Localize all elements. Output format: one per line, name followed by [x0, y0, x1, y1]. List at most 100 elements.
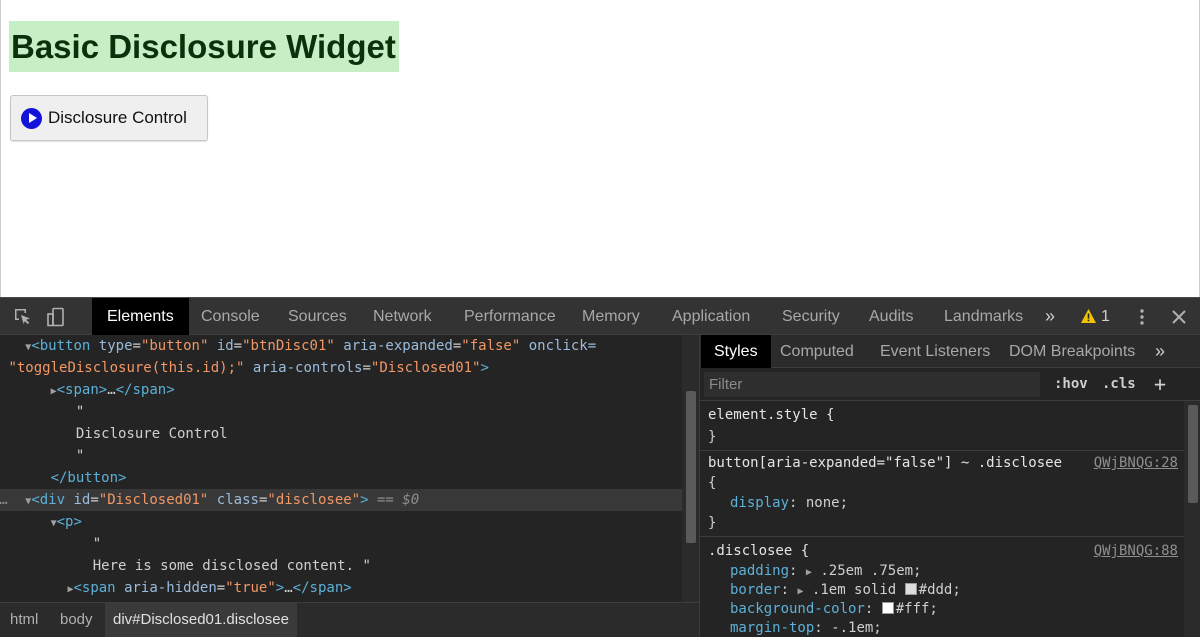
styles-scrollbar-thumb[interactable] — [1188, 405, 1198, 503]
rule-source-link[interactable]: QWjBNQG:88 — [1094, 540, 1178, 562]
attr-value: "true" — [225, 580, 276, 596]
tab-elements[interactable]: Elements — [92, 298, 189, 335]
tab-styles[interactable]: Styles — [701, 335, 771, 368]
dom-line-span-hidden[interactable]: ▶<span aria-hidden="true">…</span> — [0, 577, 682, 599]
tab-console[interactable]: Console — [201, 298, 260, 335]
tag-name: <p> — [56, 514, 82, 530]
more-styles-tabs-button[interactable]: » — [1155, 335, 1165, 368]
tab-event-listeners[interactable]: Event Listeners — [880, 335, 990, 368]
rule-selector[interactable]: element.style { — [708, 404, 834, 426]
ellipsis: … — [284, 580, 293, 596]
elements-scrollbar-thumb[interactable] — [686, 391, 696, 543]
css-value: none; — [805, 495, 849, 511]
tab-application[interactable]: Application — [672, 298, 750, 335]
dom-line-p[interactable]: ▼<p> — [0, 511, 682, 533]
text-node: " — [75, 404, 85, 420]
attr-name: class — [216, 492, 259, 508]
tab-sources[interactable]: Sources — [288, 298, 347, 335]
inspect-element-icon[interactable] — [13, 307, 33, 327]
page-title: Basic Disclosure Widget — [9, 21, 399, 72]
attr-value: "btnDisc01" — [242, 338, 335, 354]
text-node: Disclosure Control — [75, 426, 228, 442]
attr-value: "Disclosed01" — [370, 360, 481, 376]
dom-line-button-open[interactable]: ▼<button type="button" id="btnDisc01" ar… — [0, 335, 682, 357]
expand-shorthand-icon[interactable]: ▶ — [797, 586, 803, 597]
tag-name: </span> — [115, 382, 175, 398]
css-property: border — [730, 582, 781, 598]
tag-name: <button — [31, 338, 91, 354]
tab-dom-breakpoints[interactable]: DOM Breakpoints — [1009, 335, 1135, 368]
dom-line-text[interactable]: Disclosure Control — [0, 423, 682, 445]
attr-name: aria-controls — [252, 360, 363, 376]
tag-close: > — [360, 492, 369, 508]
page-viewport: Basic Disclosure Widget Disclosure Contr… — [0, 0, 1200, 297]
warning-icon[interactable] — [1080, 308, 1097, 324]
selected-node-marker: == $0 — [376, 492, 420, 508]
rule-declaration[interactable]: display: none; — [730, 492, 848, 514]
dom-line-text-quote[interactable]: " — [0, 445, 682, 467]
attr-name: aria-expanded — [343, 338, 453, 354]
dom-line-text-quote[interactable]: " — [0, 533, 682, 555]
breadcrumb-html[interactable]: html — [10, 603, 38, 637]
style-rule-disclosee: .disclosee { QWjBNQG:88 padding: ▶ .25em… — [700, 537, 1184, 637]
hov-toggle-button[interactable]: :hov — [1054, 368, 1088, 401]
attr-value: "Disclosed01" — [98, 492, 209, 508]
styles-filter-input[interactable] — [704, 372, 1040, 397]
rule-source-link[interactable]: QWjBNQG:28 — [1094, 452, 1178, 474]
attr-name: id — [73, 492, 91, 508]
styles-tab-bar: Styles Computed Event Listeners DOM Brea… — [700, 335, 1200, 368]
disclosure-control-label: Disclosure Control — [48, 108, 187, 127]
rule-selector[interactable]: button[aria-expanded="false"] ~ .disclos… — [708, 452, 1062, 474]
tag-name: </button> — [50, 470, 127, 486]
disclosure-control-button[interactable]: Disclosure Control — [10, 95, 208, 141]
css-property: padding — [730, 563, 790, 579]
dom-line-button-open-cont[interactable]: "toggleDisclosure(this.id);" aria-contro… — [0, 357, 682, 379]
dom-line-text-quote[interactable]: " — [0, 401, 682, 423]
dom-line-div-selected[interactable]: … ▼<div id="Disclosed01" class="disclose… — [0, 489, 682, 511]
devtools-tab-bar: Elements Console Sources Network Perform… — [0, 297, 1200, 335]
tab-security[interactable]: Security — [782, 298, 840, 335]
attr-value: "disclosee" — [267, 492, 361, 508]
dom-line-span[interactable]: ▶<span>…</span> — [0, 379, 682, 401]
tab-landmarks[interactable]: Landmarks — [944, 298, 1023, 335]
tab-memory[interactable]: Memory — [582, 298, 640, 335]
dom-line-text[interactable]: Here is some disclosed content. " — [0, 555, 682, 577]
tab-performance[interactable]: Performance — [464, 298, 556, 335]
device-toolbar-icon[interactable] — [46, 307, 66, 327]
rule-brace: { — [708, 475, 717, 491]
new-style-rule-button[interactable]: + — [1154, 368, 1166, 401]
tab-audits[interactable]: Audits — [869, 298, 913, 335]
css-value: .25em .75em; — [820, 563, 922, 579]
css-value: -.1em; — [831, 620, 882, 636]
attr-name: onclick= — [528, 338, 597, 354]
color-swatch[interactable] — [904, 583, 917, 595]
tab-computed[interactable]: Computed — [780, 335, 854, 368]
color-swatch[interactable] — [881, 602, 894, 614]
tag-name: <div — [31, 492, 66, 508]
css-value: #ddd; — [918, 582, 961, 598]
styles-pane: Styles Computed Event Listeners DOM Brea… — [699, 335, 1200, 637]
play-circle-icon — [21, 107, 42, 129]
rule-brace: } — [708, 515, 717, 531]
styles-filter-row: :hov .cls + — [700, 368, 1200, 401]
attr-name: type — [98, 338, 133, 354]
rule-brace: } — [708, 429, 717, 445]
breadcrumb-div[interactable]: div#Disclosed01.disclosee — [105, 603, 297, 637]
expand-shorthand-icon[interactable]: ▶ — [806, 567, 812, 578]
attr-value: "toggleDisclosure(this.id);" — [8, 360, 245, 376]
rule-selector[interactable]: .disclosee { — [708, 540, 809, 562]
attr-value: "button" — [140, 338, 209, 354]
breadcrumb-body[interactable]: body — [60, 603, 93, 637]
devtools-panel: Elements Console Sources Network Perform… — [0, 297, 1200, 637]
rule-declaration[interactable]: margin-top: -.1em; — [730, 617, 882, 637]
tab-network[interactable]: Network — [373, 298, 432, 335]
text-node: " — [75, 448, 85, 464]
dom-line-button-close[interactable]: </button> — [0, 467, 682, 489]
warning-count[interactable]: 1 — [1101, 298, 1110, 335]
more-tabs-button[interactable]: » — [1045, 298, 1055, 335]
kebab-menu-icon[interactable] — [1132, 307, 1152, 327]
ellipsis: … — [0, 492, 9, 508]
cls-toggle-button[interactable]: .cls — [1102, 368, 1136, 401]
close-icon[interactable] — [1169, 307, 1189, 327]
text-node: Here is some disclosed content. " — [92, 558, 371, 574]
